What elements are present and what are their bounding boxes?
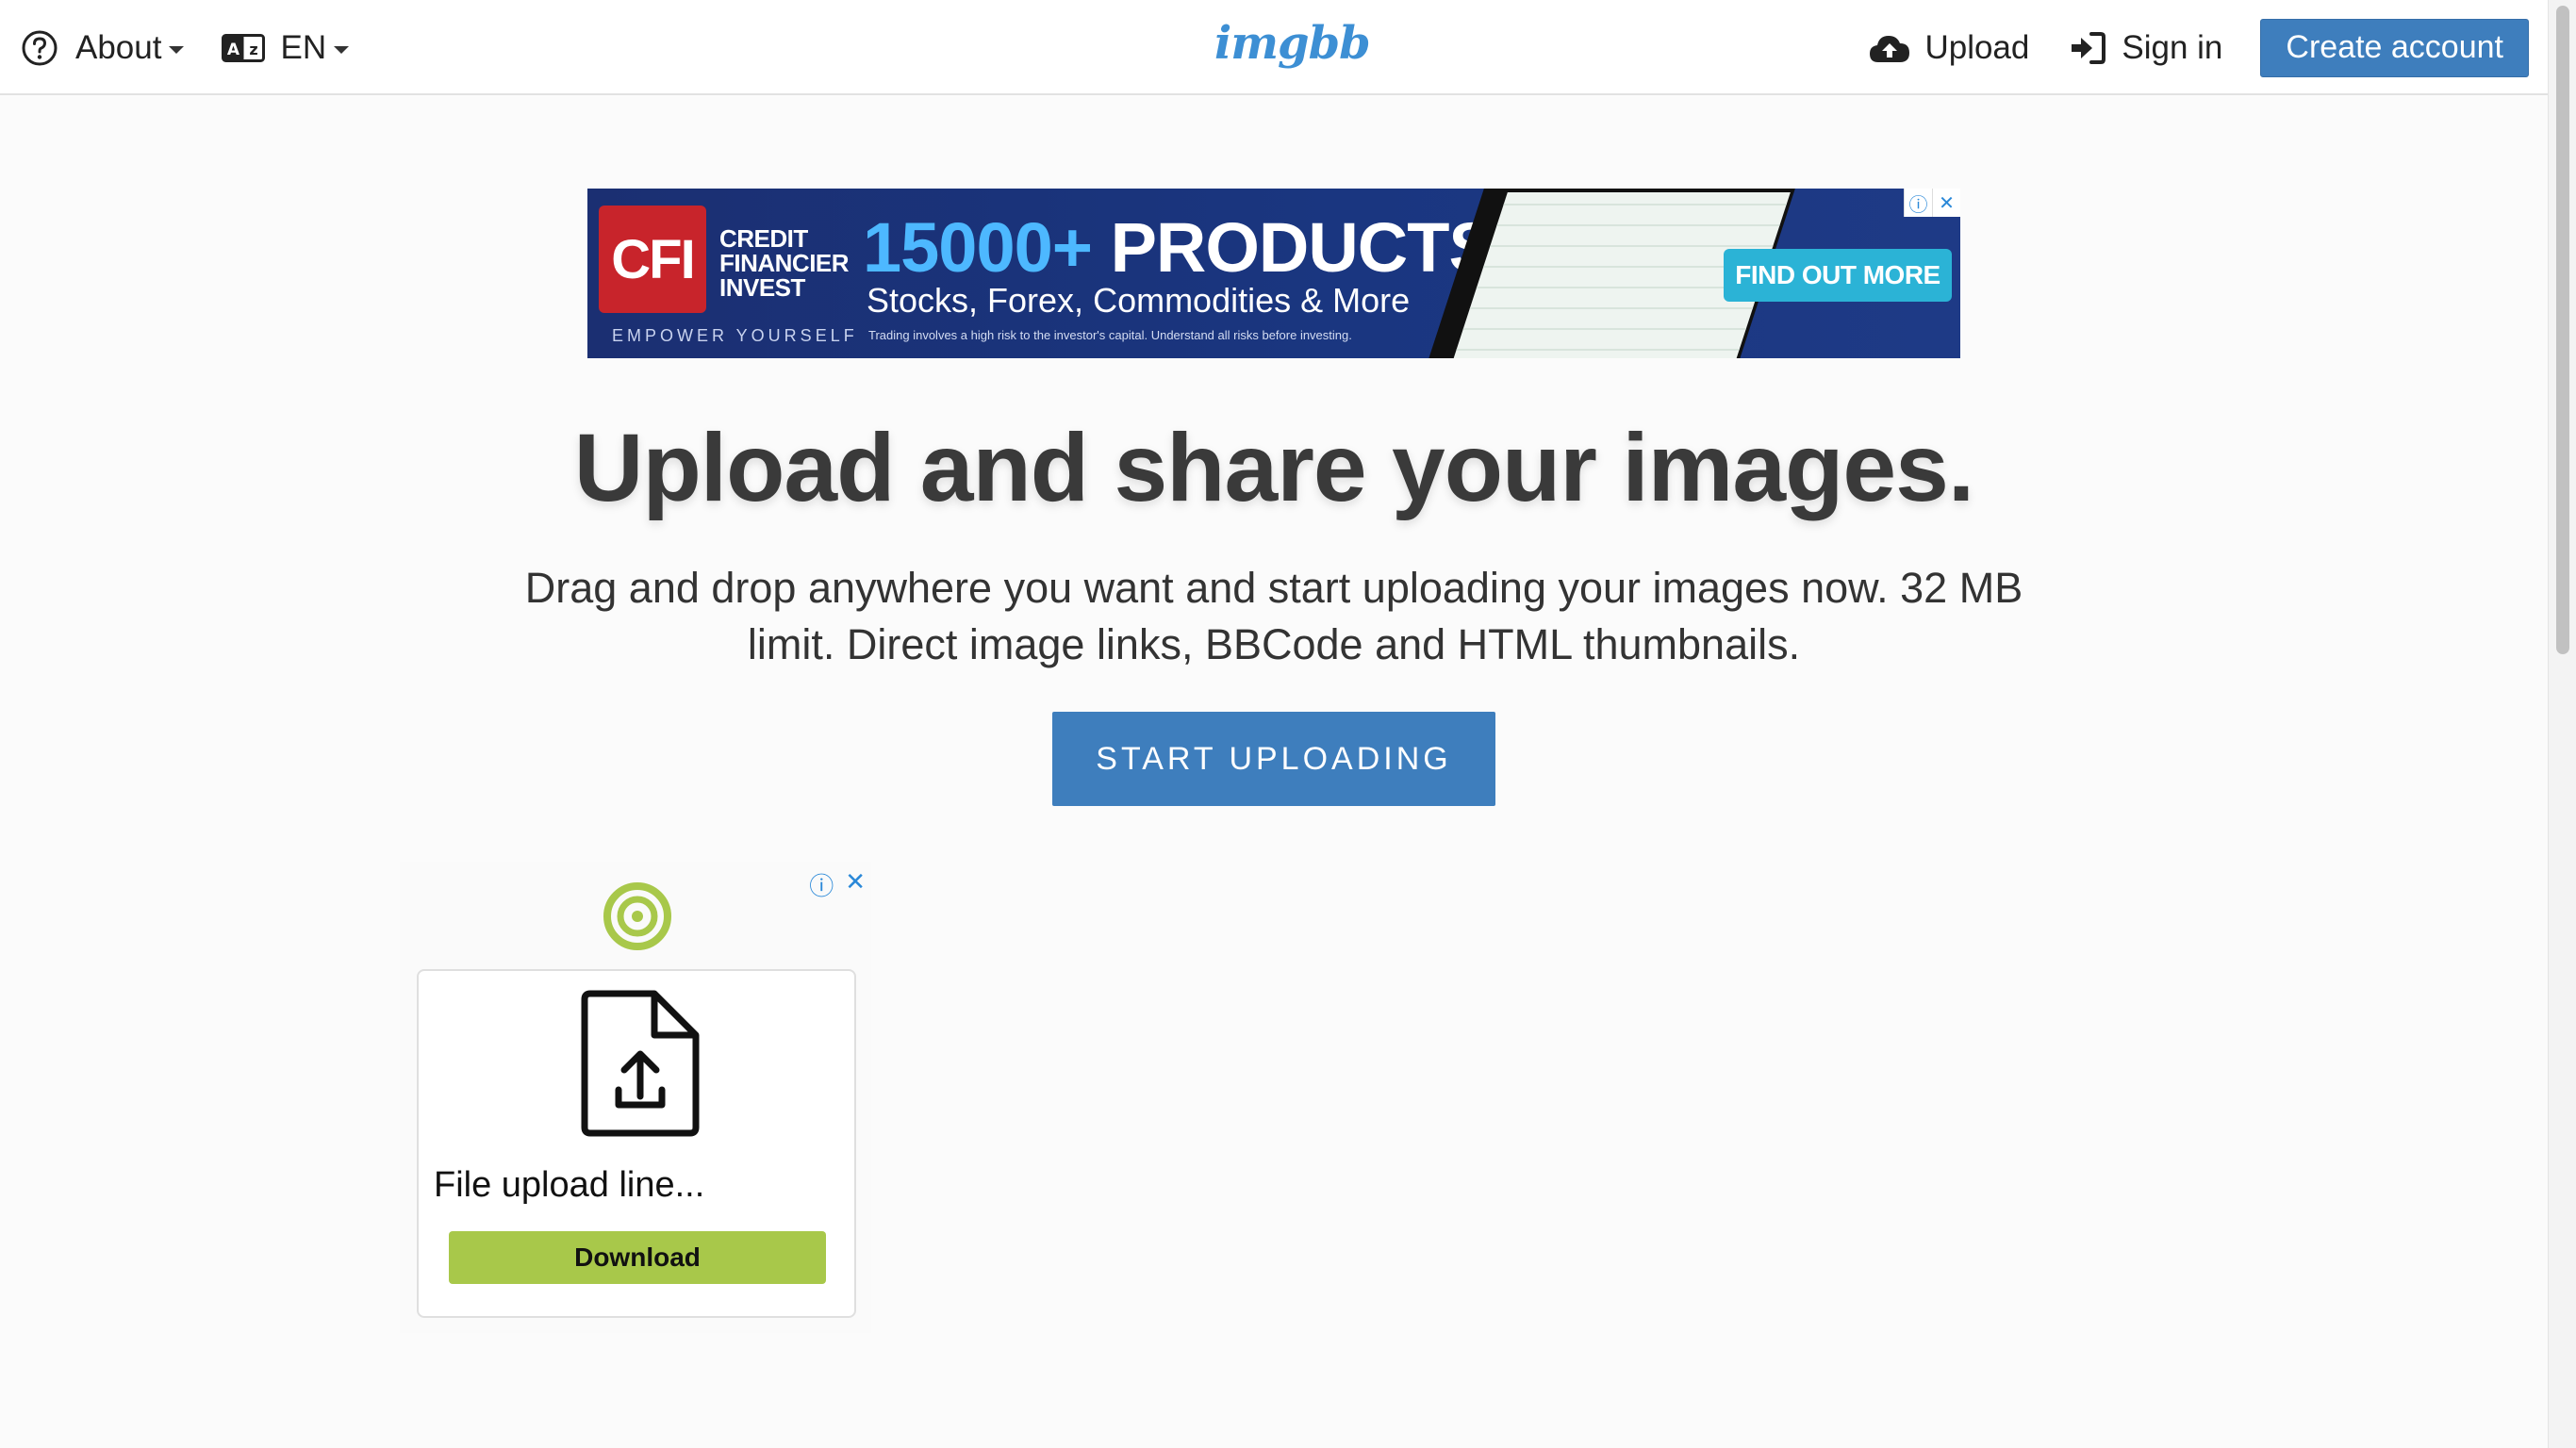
sign-in-icon xyxy=(2072,31,2106,64)
nav-right: Upload Sign in Create account xyxy=(1868,0,2529,95)
side-ad-title: File upload line... xyxy=(434,1165,705,1205)
ad-subline: Stocks, Forex, Commodities & More xyxy=(867,281,1411,320)
ad-close-icon[interactable]: ✕ xyxy=(1932,189,1960,217)
ad-brand-line: CREDIT xyxy=(719,224,808,253)
ad-headline: 15000+ PRODUCTS xyxy=(863,207,1495,288)
site-logo[interactable]: imgbb xyxy=(1214,17,1371,70)
ad-tagline: EMPOWER YOURSELF xyxy=(612,326,858,345)
language-icon: A z xyxy=(222,33,266,62)
ad-info-icon[interactable]: ⓘ xyxy=(809,867,834,902)
side-advertisement[interactable]: ⓘ ✕ File upload line... Download xyxy=(400,862,871,1333)
upload-link[interactable]: Upload xyxy=(1868,29,2029,67)
language-label: EN xyxy=(280,28,327,66)
file-upload-icon xyxy=(581,990,700,1137)
ad-brand-logo: CFI xyxy=(599,206,706,313)
svg-text:z: z xyxy=(250,41,258,58)
side-ad-card[interactable]: File upload line... Download xyxy=(417,969,856,1318)
about-label: About xyxy=(75,28,162,66)
start-uploading-button[interactable]: START UPLOADING xyxy=(1052,712,1495,806)
ad-info-icon[interactable]: ⓘ xyxy=(1904,189,1932,217)
ad-brand-name: CREDIT FINANCIER INVEST xyxy=(719,224,850,302)
signin-label: Sign in xyxy=(2122,28,2223,66)
question-circle-icon xyxy=(22,30,58,65)
upload-label: Upload xyxy=(1924,28,2030,66)
signin-link[interactable]: Sign in xyxy=(2069,29,2222,67)
banner-advertisement[interactable]: CFI CREDIT FINANCIER INVEST EMPOWER YOUR… xyxy=(587,189,1960,358)
svg-text:A: A xyxy=(227,41,240,59)
ad-headline-word: PRODUCTS xyxy=(1110,208,1495,287)
ad-cta-button[interactable]: FIND OUT MORE xyxy=(1724,249,1952,302)
about-menu[interactable]: About xyxy=(21,28,185,67)
chevron-down-icon xyxy=(334,45,350,54)
ad-headline-number: 15000+ xyxy=(863,208,1093,287)
ad-disclaimer: Trading involves a high risk to the inve… xyxy=(868,328,1352,342)
language-menu[interactable]: A z EN xyxy=(222,28,350,67)
create-account-button[interactable]: Create account xyxy=(2260,18,2529,77)
chevron-down-icon xyxy=(169,45,185,54)
download-button[interactable]: Download xyxy=(449,1231,826,1284)
nav-left: About A z EN xyxy=(21,0,350,95)
ad-brand-line: INVEST xyxy=(719,273,805,302)
top-navbar: About A z EN imgbb Upload Sign in Create… xyxy=(0,0,2548,95)
page-title: Upload and share your images. xyxy=(573,414,1974,521)
spiral-logo-icon xyxy=(603,882,671,950)
page-scrollbar[interactable] xyxy=(2548,0,2576,1448)
hero-description: Drag and drop anywhere you want and star… xyxy=(524,564,2023,668)
ad-brand-line: FINANCIER xyxy=(719,249,850,277)
ad-choices: ⓘ ✕ xyxy=(1904,189,1960,217)
cloud-upload-icon xyxy=(1870,35,1910,62)
side-ad-choices: ⓘ ✕ xyxy=(809,867,866,902)
ad-close-icon[interactable]: ✕ xyxy=(845,867,866,902)
scrollbar-thumb[interactable] xyxy=(2556,6,2569,654)
